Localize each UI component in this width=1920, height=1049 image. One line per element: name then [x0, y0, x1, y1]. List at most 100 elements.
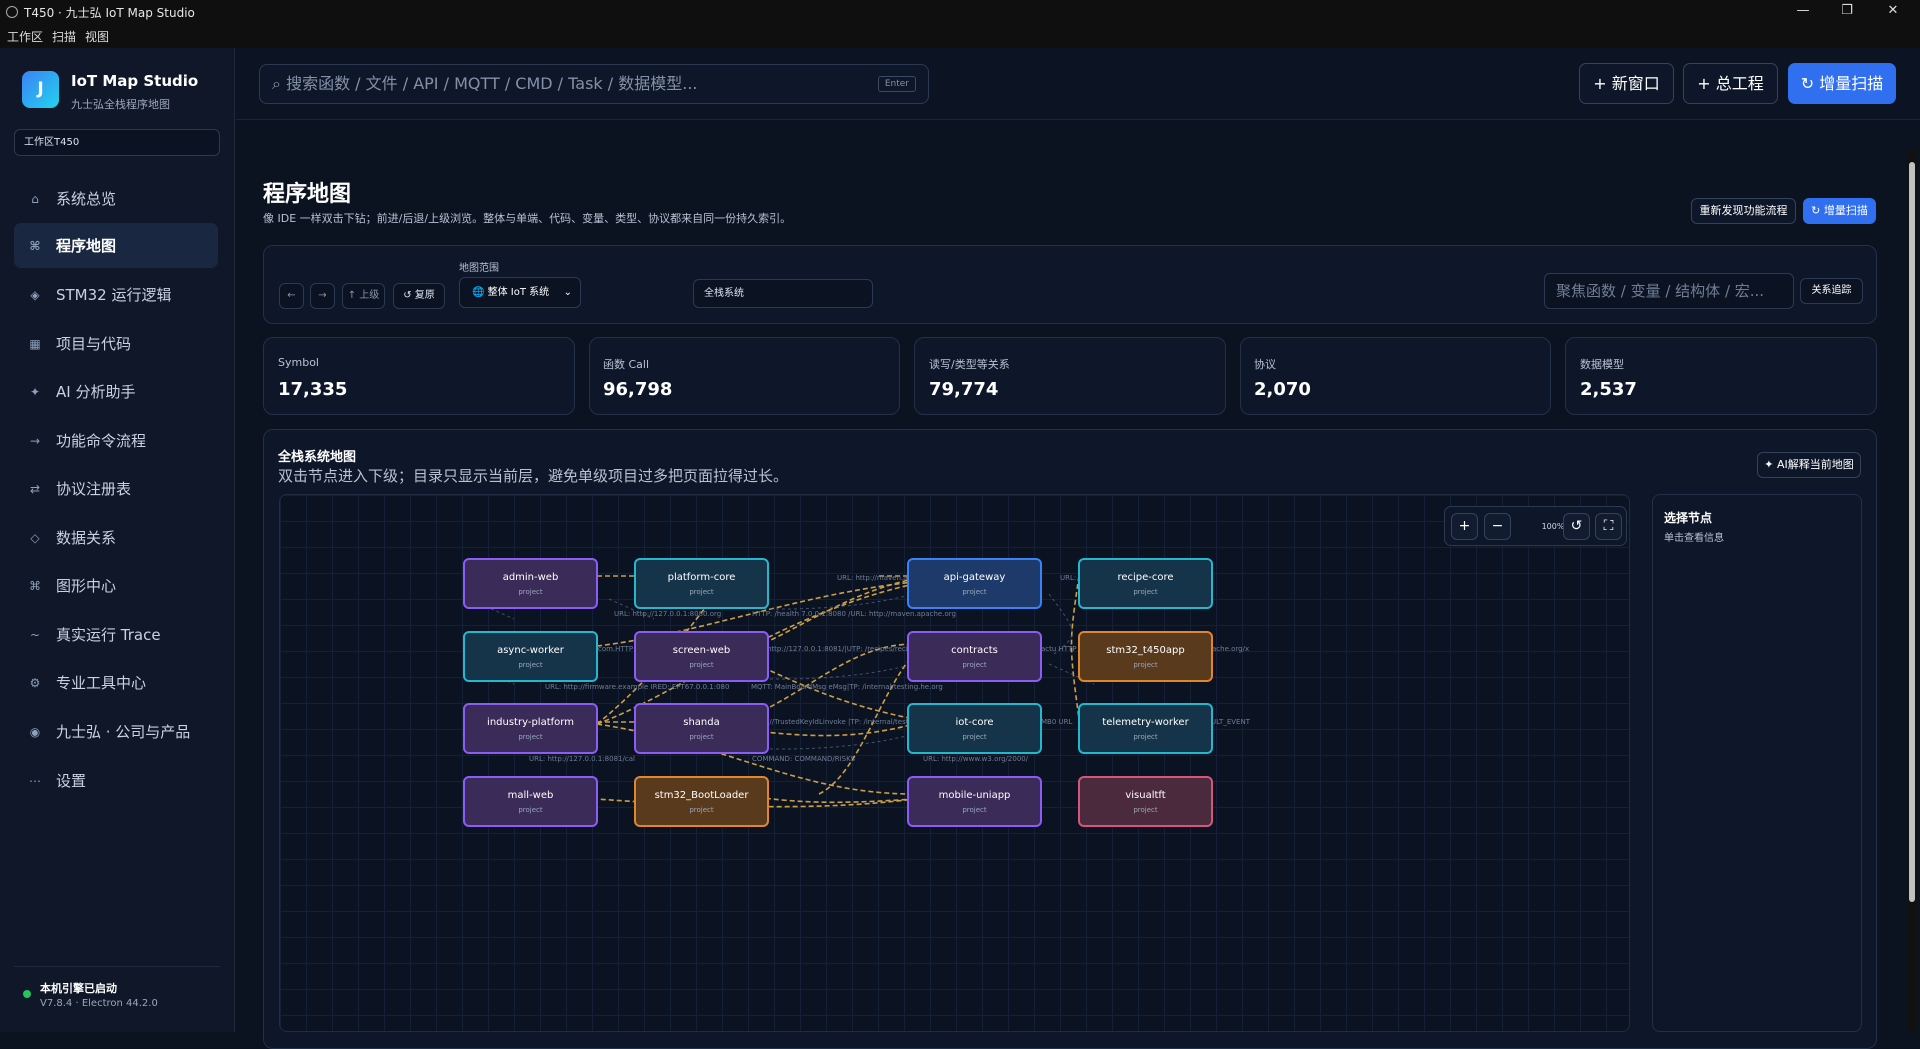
stat-value: 2,070 — [1254, 379, 1311, 400]
sidebar-item-label: 设置 — [56, 772, 87, 790]
map-node-contracts[interactable]: contracts project — [907, 631, 1042, 682]
sidebar-item-stm32-logic[interactable]: ◈ STM32 运行逻辑 — [14, 272, 218, 317]
zoom-out-button[interactable]: − — [1484, 513, 1511, 540]
ellipsis-icon: ⋯ — [29, 773, 41, 788]
stat-card-data-models — [1565, 337, 1877, 415]
command-icon: ⌘ — [29, 238, 41, 253]
gear-icon: ⚙ — [29, 675, 41, 690]
map-title: 全栈系统地图 — [278, 450, 357, 465]
maximize-icon[interactable]: ❐ — [1827, 0, 1867, 24]
map-node-platform-core[interactable]: platform-core project — [634, 558, 769, 609]
map-node-async-worker[interactable]: async-worker project — [463, 631, 598, 682]
menu-bar: 工作区 扫描 视图 — [0, 24, 1920, 48]
app-icon — [6, 6, 18, 18]
scan-button[interactable]: ↻ 增量扫描 — [1803, 198, 1876, 224]
sidebar-item-projects-code[interactable]: ▦ 项目与代码 — [14, 321, 218, 366]
sidebar-item-label: 真实运行 Trace — [56, 626, 161, 644]
menu-scan[interactable]: 扫描 — [52, 28, 76, 45]
global-search-input[interactable]: ⌕ 搜索函数 / 文件 / API / MQTT / CMD / Task / … — [259, 64, 929, 104]
sidebar-item-program-map[interactable]: ⌘ 程序地图 — [14, 223, 218, 268]
reset-view-icon[interactable]: ↺ — [1563, 513, 1590, 540]
stat-value: 96,798 — [603, 379, 673, 400]
scope-value: 🌐 整体 IoT 系统 — [472, 287, 550, 298]
status-dot-icon — [23, 990, 31, 998]
sidebar-item-label: 专业工具中心 — [56, 674, 147, 692]
edge-label: ://TrustedKeyIdLinvoke |TP: /internal/te… — [767, 718, 920, 726]
page-title: 程序地图 — [263, 182, 352, 207]
sidebar-item-label: AI 分析助手 — [56, 383, 136, 401]
zoom-in-button[interactable]: + — [1451, 513, 1478, 540]
sidebar-divider — [14, 966, 220, 967]
scrollbar-thumb[interactable] — [1909, 162, 1915, 902]
rediscover-flow-button[interactable]: 重新发现功能流程 — [1691, 198, 1796, 224]
sidebar-item-settings[interactable]: ⋯ 设置 — [14, 758, 218, 803]
node-info-panel: 选择节点 单击查看信息 — [1652, 494, 1862, 1032]
map-node-screen-web[interactable]: screen-web project — [634, 631, 769, 682]
stat-card-symbol — [263, 337, 575, 415]
small-diamond-icon: ◇ — [30, 530, 40, 545]
map-node-admin-web[interactable]: admin-web project — [463, 558, 598, 609]
stat-value: 79,774 — [929, 379, 999, 400]
incremental-scan-button[interactable]: ↻ 增量扫描 — [1788, 63, 1896, 104]
node-info-hint: 单击查看信息 — [1664, 533, 1724, 544]
fullscreen-icon[interactable]: ⛶ — [1595, 513, 1622, 540]
map-node-mall-web[interactable]: mall-web project — [463, 776, 598, 827]
sidebar-item-command-flow[interactable]: → 功能命令流程 — [14, 418, 218, 463]
forward-button[interactable]: → — [310, 283, 335, 309]
sidebar-item-company[interactable]: ◉ 九士弘 · 公司与产品 — [14, 709, 218, 754]
edge-label: MB0 URL — [1041, 718, 1073, 726]
workspace-selector[interactable]: 工作区T450 — [14, 129, 220, 156]
restore-button[interactable]: ↺ 复原 — [393, 283, 445, 309]
breadcrumb[interactable]: 全栈系统 — [693, 279, 873, 308]
sidebar-item-runtime-trace[interactable]: ~ 真实运行 Trace — [14, 612, 218, 657]
trace-relations-button[interactable]: 关系追踪 — [1800, 278, 1863, 304]
sidebar-item-pro-tools[interactable]: ⚙ 专业工具中心 — [14, 660, 218, 705]
edge-label: URL: — [1060, 574, 1077, 582]
map-node-stm32-t450app[interactable]: stm32_t450app project — [1078, 631, 1213, 682]
sidebar-item-overview[interactable]: ⌂ 系统总览 — [14, 176, 218, 221]
new-window-button[interactable]: + 新窗口 — [1579, 63, 1674, 104]
engine-status: 本机引擎已启动 — [40, 982, 117, 995]
map-node-api-gateway[interactable]: api-gateway project — [907, 558, 1042, 609]
sidebar-item-label: 图形中心 — [56, 577, 117, 595]
edge-label: com.HTTP — [598, 645, 634, 653]
app-name: IoT Map Studio — [71, 72, 199, 90]
sidebar-item-label: 程序地图 — [56, 237, 117, 255]
page-scrollbar[interactable] — [1907, 150, 1917, 1032]
scope-select[interactable]: 🌐 整体 IoT 系统 ⌄ — [459, 277, 581, 308]
stat-card-relations — [914, 337, 1226, 415]
sidebar-item-protocol-registry[interactable]: ⇄ 协议注册表 — [14, 466, 218, 511]
app-subtitle: 九士弘全栈程序地图 — [71, 98, 170, 111]
grid-icon: ▦ — [29, 336, 41, 351]
map-node-stm32-bootloader[interactable]: stm32_BootLoader project — [634, 776, 769, 827]
ai-explain-button[interactable]: ✦ AI解释当前地图 — [1757, 452, 1861, 478]
menu-view[interactable]: 视图 — [85, 28, 109, 45]
sidebar-item-ai-assistant[interactable]: ✦ AI 分析助手 — [14, 369, 218, 414]
diamond-icon: ◈ — [30, 287, 40, 302]
map-node-mobile-uniapp[interactable]: mobile-uniapp project — [907, 776, 1042, 827]
edge-label: ache.org/x — [1212, 645, 1250, 653]
window-title: T450 · 九士弘 IoT Map Studio — [24, 5, 195, 20]
map-node-shanda[interactable]: shanda project — [634, 703, 769, 754]
command-icon: ⌘ — [29, 578, 41, 593]
sidebar-item-graphics-center[interactable]: ⌘ 图形中心 — [14, 563, 218, 608]
zoom-controls: + − 100% ↺ ⛶ — [1444, 506, 1627, 546]
focus-search-input[interactable]: 聚焦函数 / 变量 / 结构体 / 宏... — [1544, 273, 1794, 309]
master-project-button[interactable]: + 总工程 — [1683, 63, 1778, 104]
map-node-visualtft[interactable]: visualtft project — [1078, 776, 1213, 827]
edge-label: URL: http://maven.apa — [837, 574, 917, 582]
back-button[interactable]: ← — [279, 283, 304, 309]
minimize-icon[interactable]: — — [1783, 0, 1823, 24]
map-node-telemetry-worker[interactable]: telemetry-worker project — [1078, 703, 1213, 754]
sidebar-item-label: 九士弘 · 公司与产品 — [56, 723, 191, 741]
enter-key-hint: Enter — [877, 76, 916, 92]
sidebar-item-label: 项目与代码 — [56, 335, 132, 353]
close-icon[interactable]: ✕ — [1873, 0, 1913, 24]
sidebar-item-data-relations[interactable]: ◇ 数据关系 — [14, 515, 218, 560]
map-node-iot-core[interactable]: iot-core project — [907, 703, 1042, 754]
sidebar-item-label: 协议注册表 — [56, 480, 132, 498]
map-node-recipe-core[interactable]: recipe-core project — [1078, 558, 1213, 609]
up-level-button[interactable]: ↑ 上级 — [342, 283, 385, 309]
menu-workspace[interactable]: 工作区 — [7, 28, 43, 45]
map-node-industry-platform[interactable]: industry-platform project — [463, 703, 598, 754]
